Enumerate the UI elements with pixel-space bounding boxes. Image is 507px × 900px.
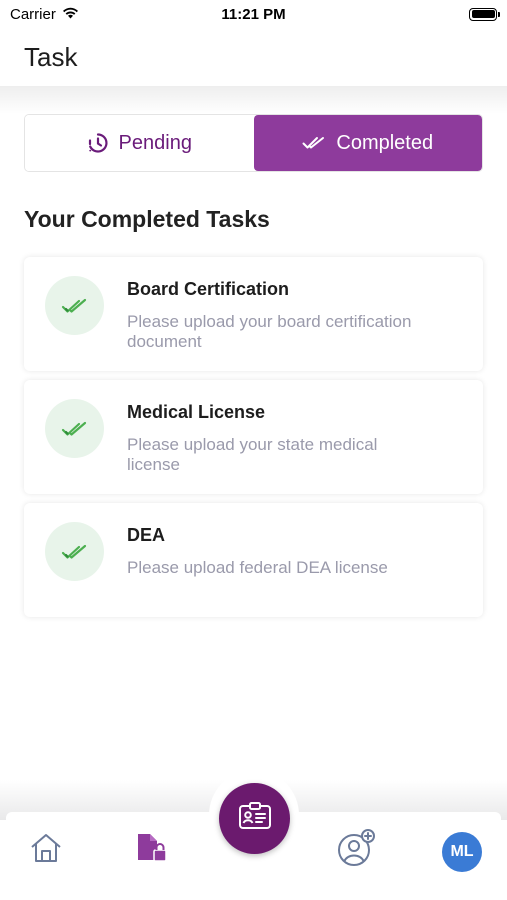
status-bar: Carrier 11:21 PM (0, 0, 507, 28)
nav-tasks-fab-button[interactable] (219, 783, 290, 854)
app-header: Task (0, 28, 507, 86)
add-user-icon (336, 828, 376, 872)
tab-pending[interactable]: Pending (25, 115, 254, 171)
avatar-initials: ML (450, 843, 474, 860)
clock-icon (87, 132, 109, 154)
completed-check-icon (45, 276, 104, 335)
tab-completed[interactable]: Completed (253, 115, 482, 171)
section-title: Your Completed Tasks (24, 206, 270, 232)
task-card[interactable]: Medical License Please upload your state… (24, 380, 483, 494)
completed-check-icon (45, 522, 104, 581)
header-shadow (0, 86, 507, 114)
tab-pending-label: Pending (118, 131, 192, 154)
home-icon (29, 832, 63, 869)
task-list: Board Certification Please upload your b… (24, 257, 483, 626)
task-card[interactable]: DEA Please upload federal DEA license (24, 503, 483, 617)
nav-documents-button[interactable] (134, 832, 170, 868)
avatar[interactable]: ML (442, 832, 482, 872)
task-description: Please upload your board certification d… (127, 312, 412, 351)
task-description: Please upload federal DEA license (127, 558, 388, 577)
document-lock-icon (135, 832, 169, 869)
nav-add-profile-button[interactable] (336, 828, 376, 872)
task-title: Medical License (127, 402, 266, 422)
task-card[interactable]: Board Certification Please upload your b… (24, 257, 483, 371)
wifi-icon (62, 6, 79, 23)
task-description: Please upload your state medical license (127, 435, 378, 474)
status-left: Carrier (10, 6, 79, 23)
task-title: Board Certification (127, 279, 290, 299)
id-card-icon (238, 801, 272, 836)
completed-check-icon (45, 399, 104, 458)
page-title: Task (24, 41, 78, 72)
nav-home-button[interactable] (28, 832, 64, 868)
task-title: DEA (127, 525, 166, 545)
tab-completed-label: Completed (336, 131, 434, 154)
task-status-tabs: Pending Completed (24, 114, 483, 172)
double-check-icon (302, 135, 326, 151)
carrier-label: Carrier (10, 5, 56, 23)
battery-icon (469, 7, 500, 21)
